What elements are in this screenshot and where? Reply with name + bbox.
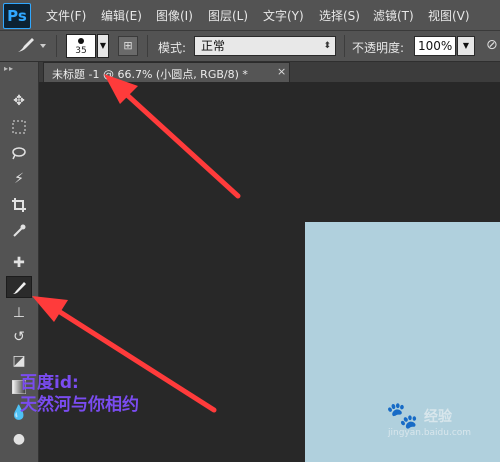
eyedropper-tool[interactable]	[6, 220, 32, 242]
document-tab-bar: ▸▸ 未标题 -1 @ 66.7% (小圆点, RGB/8) * ×	[39, 60, 500, 82]
menu-file[interactable]: 文件(F)	[46, 7, 86, 24]
close-icon[interactable]: ×	[277, 65, 286, 78]
document-tab-title: 未标题 -1 @ 66.7% (小圆点, RGB/8) *	[52, 68, 248, 81]
eyedropper-icon	[13, 224, 26, 237]
crop-tool[interactable]	[6, 194, 32, 216]
mode-label: 模式:	[158, 41, 187, 55]
mode-select[interactable]: 正常 ⬍	[194, 36, 336, 56]
marquee-tool[interactable]	[6, 116, 32, 138]
baidu-url-text: jingyan.baidu.com	[388, 428, 472, 438]
tool-preset-picker[interactable]	[14, 34, 50, 56]
menu-view[interactable]: 视图(V)	[428, 7, 470, 24]
menu-layer[interactable]: 图层(L)	[208, 7, 248, 24]
lasso-icon	[12, 147, 26, 160]
brush-tool[interactable]	[6, 276, 32, 298]
dodge-icon: ●	[12, 431, 26, 447]
select-arrow-icon: ⬍	[323, 41, 331, 51]
brush-picker-dropdown[interactable]: ▼	[97, 34, 109, 58]
eraser-tool[interactable]: ◪	[6, 350, 32, 372]
watermark-line-2: 天然河与你相约	[20, 395, 139, 415]
stamp-icon: ⊥	[12, 305, 26, 321]
brush-preset-picker[interactable]: 35	[66, 34, 96, 58]
baidu-jingyan-watermark: 🐾 经验 jingyan.baidu.com	[386, 402, 496, 442]
move-icon: ✥	[13, 93, 25, 109]
dodge-tool[interactable]: ●	[6, 428, 32, 450]
menu-select[interactable]: 选择(S)	[319, 7, 360, 24]
crop-icon	[12, 198, 26, 212]
brush-icon	[13, 282, 26, 294]
baidu-brand-text: 经验	[424, 409, 452, 425]
healing-brush-tool[interactable]: ✚	[6, 252, 32, 274]
opacity-dropdown[interactable]: ▼	[457, 36, 475, 56]
history-brush-icon: ↺	[13, 329, 25, 345]
document-tab[interactable]: 未标题 -1 @ 66.7% (小圆点, RGB/8) * ×	[43, 62, 290, 82]
brush-size-value: 35	[75, 46, 87, 56]
watermark-text: 百度id: 天然河与你相约	[20, 372, 139, 416]
menu-filter[interactable]: 滤镜(T)	[373, 7, 414, 24]
mode-value: 正常	[201, 39, 226, 53]
menu-type[interactable]: 文字(Y)	[263, 7, 304, 24]
panel-grip[interactable]: ▸▸	[4, 64, 14, 73]
options-separator	[147, 35, 148, 57]
options-separator	[344, 35, 345, 57]
opacity-input[interactable]: 100%	[414, 36, 456, 56]
move-tool[interactable]: ✥	[6, 90, 32, 112]
baidu-paw-icon: 🐾	[386, 401, 419, 431]
magic-wand-tool[interactable]: ⚡	[6, 168, 32, 190]
brush-panel-icon: ⊞	[123, 39, 133, 52]
watermark-line-1: 百度id:	[20, 373, 79, 393]
clone-stamp-tool[interactable]: ⊥	[6, 302, 32, 324]
eraser-icon: ◪	[12, 353, 26, 369]
toggle-brush-panel-button[interactable]: ⊞	[118, 36, 138, 56]
brush-tip-icon	[78, 38, 84, 44]
menu-image[interactable]: 图像(I)	[156, 7, 193, 24]
photoshop-logo: Ps	[3, 3, 31, 29]
magic-wand-icon: ⚡	[14, 171, 24, 187]
opacity-label: 不透明度:	[352, 41, 405, 55]
pressure-opacity-icon[interactable]: ⊘	[486, 37, 500, 55]
rect-marquee-icon	[12, 120, 26, 134]
brush-preset-icon	[18, 38, 46, 52]
menu-bar: Ps 文件(F) 编辑(E) 图像(I) 图层(L) 文字(Y) 选择(S) 滤…	[0, 0, 500, 31]
bandage-icon: ✚	[13, 255, 25, 271]
menu-edit[interactable]: 编辑(E)	[101, 7, 142, 24]
options-bar: 35 ▼ ⊞ 模式: 正常 ⬍ 不透明度: 100% ▼ ⊘	[0, 31, 500, 62]
history-brush-tool[interactable]: ↺	[6, 326, 32, 348]
options-separator	[56, 35, 57, 57]
lasso-tool[interactable]	[6, 142, 32, 164]
